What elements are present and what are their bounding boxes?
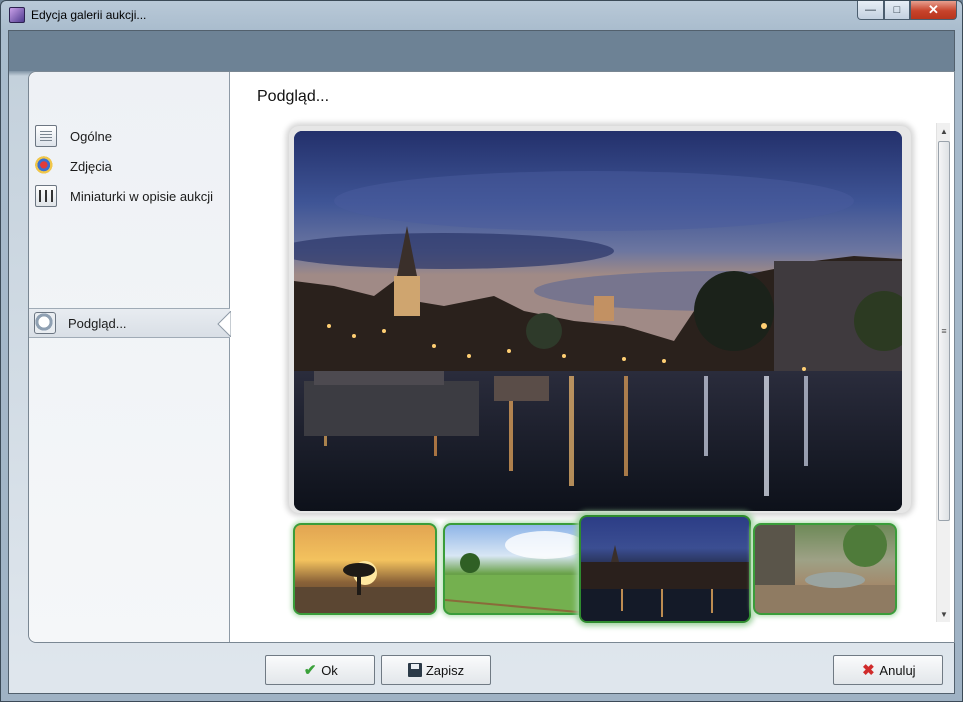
top-band <box>9 31 954 71</box>
document-icon <box>35 125 57 147</box>
sunset-tree-thumbnail[interactable] <box>293 523 437 615</box>
sidebar-item-general[interactable]: Ogólne <box>35 124 112 148</box>
save-button-label: Zapisz <box>425 662 465 678</box>
maximize-button[interactable]: □ <box>884 1 910 20</box>
rocky-stream-thumbnail[interactable] <box>753 523 897 615</box>
green-meadow-thumbnail[interactable] <box>443 523 587 615</box>
scroll-thumb[interactable]: ≡ <box>938 141 950 521</box>
sunset-tree-scene <box>295 561 435 613</box>
cross-icon: ✖ <box>862 662 875 679</box>
gallery-viewer <box>261 123 936 623</box>
save-button[interactable]: Zapisz <box>381 655 491 685</box>
night-river-city-photo <box>294 131 902 511</box>
sidebar-item-label: Zdjęcia <box>70 158 112 174</box>
main-image-frame <box>289 126 911 513</box>
main-photo-scene <box>294 131 902 511</box>
ok-button[interactable]: ✔ Ok <box>265 655 375 685</box>
window-controls: — □ ✕ <box>857 1 957 20</box>
selection-arrow-icon <box>217 311 231 337</box>
ok-button-label: Ok <box>321 662 338 678</box>
sidebar: Ogólne Zdjęcia Miniaturki w opisie aukcj… <box>29 72 231 642</box>
scroll-up-icon[interactable]: ▲ <box>937 123 951 139</box>
scroll-grip-icon: ≡ <box>941 326 947 336</box>
app-icon <box>9 7 25 23</box>
page-title: Podgląd... <box>257 88 330 105</box>
night-river-city-thumbnail[interactable] <box>579 515 751 623</box>
sidebar-item-label: Ogólne <box>70 128 112 144</box>
night-river-city-scene <box>581 545 749 621</box>
vertical-scrollbar[interactable]: ▲ ≡ ▼ <box>936 123 950 622</box>
scroll-down-icon[interactable]: ▼ <box>937 606 951 622</box>
main-panel: Ogólne Zdjęcia Miniaturki w opisie aukcj… <box>28 71 955 643</box>
sidebar-item-label: Podgląd... <box>68 315 127 331</box>
thumbnail-strip <box>293 508 897 623</box>
sidebar-item-label: Miniaturki w opisie aukcji <box>70 188 214 204</box>
green-meadow-scene <box>445 531 585 613</box>
rocky-stream-scene <box>755 525 895 613</box>
checkmark-icon: ✔ <box>303 662 317 679</box>
window-title: Edycja galerii aukcji... <box>31 8 147 22</box>
close-button[interactable]: ✕ <box>910 1 957 20</box>
cancel-button[interactable]: ✖ Anuluj <box>833 655 943 685</box>
photos-icon <box>35 155 57 177</box>
thumbnails-icon <box>35 185 57 207</box>
title-bar[interactable]: Edycja galerii aukcji... — □ ✕ <box>1 1 962 31</box>
sidebar-item-preview[interactable]: Podgląd... <box>29 308 231 338</box>
magnifier-icon <box>34 312 56 334</box>
cancel-button-label: Anuluj <box>879 662 916 678</box>
sidebar-item-thumbnails[interactable]: Miniaturki w opisie aukcji <box>35 184 213 208</box>
sidebar-item-photos[interactable]: Zdjęcia <box>35 154 112 178</box>
minimize-button[interactable]: — <box>857 1 884 20</box>
floppy-disk-icon <box>407 663 422 677</box>
